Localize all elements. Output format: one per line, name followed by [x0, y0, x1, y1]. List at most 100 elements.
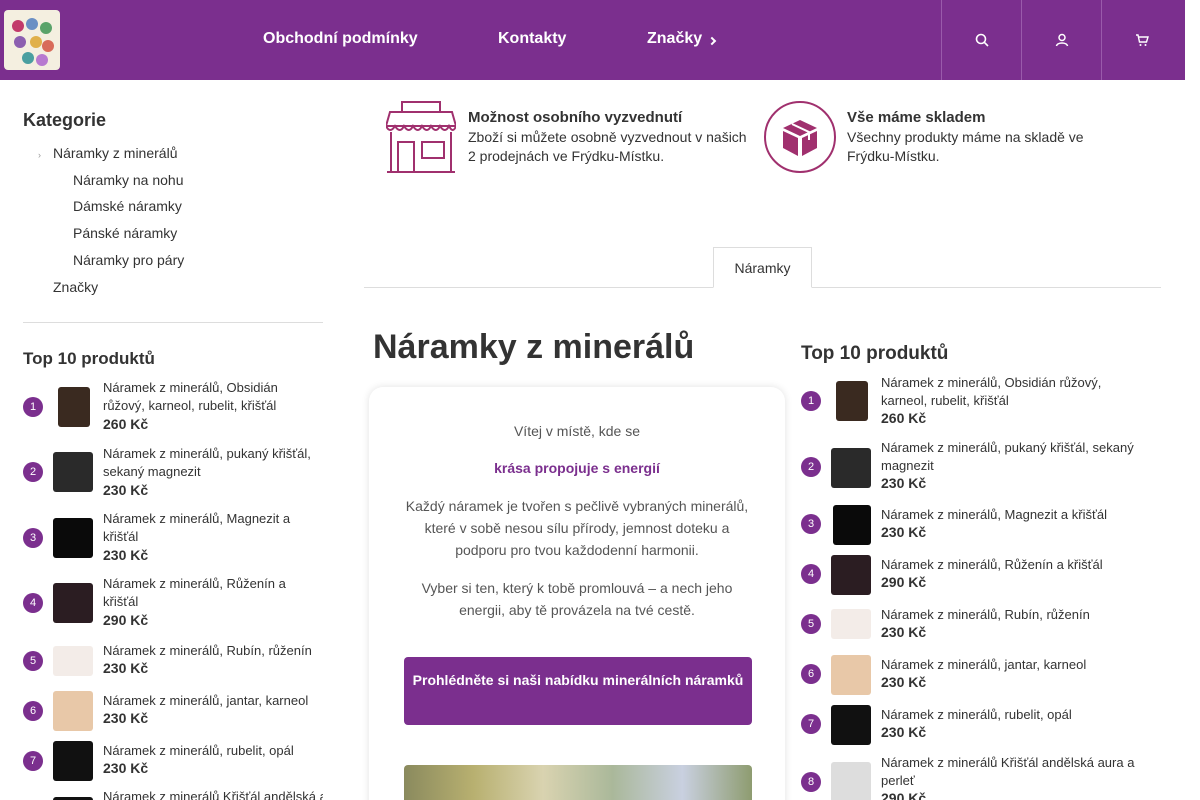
rank-badge: 5	[801, 614, 821, 634]
right-product-7[interactable]: 7 Náramek z minerálů, rubelit, opál 230 …	[801, 705, 1141, 750]
product-price: 230 Kč	[881, 674, 927, 690]
right-product-1[interactable]: 1 Náramek z minerálů, Obsidián růžový, k…	[801, 373, 1141, 428]
category-naramky-na-nohu[interactable]: Náramky na nohu	[73, 172, 184, 188]
product-name: Náramek z minerálů Křišťál andělská aura…	[881, 755, 1135, 788]
feature-stock-title: Vše máme skladem	[847, 109, 986, 126]
sidebar-product-8[interactable]: Náramek z minerálů Křišťál andělská aura…	[23, 787, 323, 800]
product-name: Náramek z minerálů, jantar, karneol	[103, 693, 309, 708]
category-naramky-z-mineralu[interactable]: Náramky z minerálů	[53, 145, 177, 161]
search-icon	[975, 33, 989, 47]
product-thumbnail	[53, 646, 93, 676]
product-name: Náramek z minerálů, jantar, karneol	[881, 657, 1087, 672]
product-thumbnail	[836, 381, 868, 421]
account-button[interactable]	[1021, 0, 1101, 80]
product-thumbnail	[831, 609, 871, 639]
browse-bracelets-button[interactable]: Prohlédněte si naši nabídku minerálních …	[404, 657, 752, 725]
category-znacky[interactable]: Značky	[53, 279, 98, 295]
rank-badge: 2	[801, 457, 821, 477]
rank-badge: 5	[23, 651, 43, 671]
product-thumbnail	[833, 505, 871, 545]
sidebar-product-7[interactable]: 7 Náramek z minerálů, rubelit, opál 230 …	[23, 741, 323, 786]
rank-badge: 6	[801, 664, 821, 684]
right-product-2[interactable]: 2 Náramek z minerálů, pukaný křišťál, se…	[801, 438, 1141, 493]
product-name: Náramek z minerálů, Růženín a křišťál	[881, 557, 1103, 572]
product-name: Náramek z minerálů, Obsidián růžový, kar…	[103, 380, 278, 413]
rank-badge: 6	[23, 701, 43, 721]
product-name: Náramek z minerálů, rubelit, opál	[881, 707, 1072, 722]
product-price: 260 Kč	[103, 416, 149, 432]
page-title: Náramky z minerálů	[373, 328, 695, 366]
rank-badge: 2	[23, 462, 43, 482]
category-damske-naramky[interactable]: Dámské náramky	[73, 198, 182, 214]
product-thumbnail	[831, 555, 871, 595]
right-product-3[interactable]: 3 Náramek z minerálů, Magnezit a křišťál…	[801, 505, 1141, 550]
nav-obchodni-podminky[interactable]: Obchodní podmínky	[263, 30, 418, 48]
tab-naramky[interactable]: Náramky	[713, 247, 812, 288]
intro-paragraph-1: Každý náramek je tvořen s pečlivě vybran…	[405, 498, 749, 558]
chevron-down-icon	[707, 36, 717, 46]
product-name: Náramek z minerálů, rubelit, opál	[103, 743, 294, 758]
sidebar-product-1[interactable]: 1 Náramek z minerálů, Obsidián růžový, k…	[23, 378, 323, 438]
product-price: 230 Kč	[103, 760, 149, 776]
box-icon	[764, 101, 836, 173]
rank-badge: 1	[801, 391, 821, 411]
store-icon	[386, 101, 456, 173]
product-thumbnail	[53, 691, 93, 731]
feature-stock-text: Všechny produkty máme na skladě ve Frýdk…	[847, 129, 1084, 164]
category-naramky-pro-pary[interactable]: Náramky pro páry	[73, 252, 184, 268]
category-panske-naramky[interactable]: Pánské náramky	[73, 225, 177, 241]
product-name: Náramek z minerálů, Magnezit a křišťál	[103, 511, 291, 544]
site-logo[interactable]	[4, 10, 60, 70]
nav-kontakty[interactable]: Kontakty	[498, 30, 566, 48]
right-product-5[interactable]: 5 Náramek z minerálů, Rubín, růženín 230…	[801, 605, 1141, 650]
sidebar-product-5[interactable]: 5 Náramek z minerálů, Rubín, růženín 230…	[23, 641, 323, 686]
user-icon	[1055, 33, 1068, 47]
product-name: Náramek z minerálů, Rubín, růženín	[103, 643, 312, 658]
product-name: Náramek z minerálů, Magnezit a křišťál	[881, 507, 1107, 522]
intro-paragraph-2: Vyber si ten, který k tobě promlouvá – a…	[421, 580, 733, 618]
nav-znacky[interactable]: Značky	[647, 30, 702, 48]
feature-pickup-text: Zboží si můžete osobně vyzvednout v naši…	[468, 129, 747, 164]
product-price: 230 Kč	[881, 724, 927, 740]
rank-badge: 7	[23, 751, 43, 771]
category-title: Kategorie	[23, 110, 107, 130]
rank-badge: 3	[23, 528, 43, 548]
right-product-4[interactable]: 4 Náramek z minerálů, Růženín a křišťál …	[801, 555, 1141, 600]
product-price: 230 Kč	[881, 475, 927, 491]
rank-badge: 1	[23, 397, 43, 417]
product-price: 230 Kč	[103, 547, 149, 563]
intro-card: Vítej v místě, kde se krása propojuje s …	[369, 387, 785, 800]
sidebar-product-3[interactable]: 3 Náramek z minerálů, Magnezit a křišťál…	[23, 509, 323, 569]
product-name: Náramek z minerálů, Rubín, růženín	[881, 607, 1090, 622]
product-thumbnail	[831, 448, 871, 488]
flowers-image	[404, 765, 752, 800]
product-price: 230 Kč	[103, 710, 149, 726]
product-name: Náramek z minerálů, Růženín a křišťál	[103, 576, 286, 609]
product-thumbnail	[831, 762, 871, 800]
rank-badge: 8	[801, 772, 821, 792]
product-price: 230 Kč	[103, 660, 149, 676]
product-price: 230 Kč	[881, 624, 927, 640]
sidebar-top-products-title: Top 10 produktů	[23, 349, 155, 368]
product-price: 230 Kč	[881, 524, 927, 540]
rank-badge: 7	[801, 714, 821, 734]
product-price: 290 Kč	[881, 790, 927, 800]
chevron-right-icon: ›	[38, 150, 41, 160]
rank-badge: 3	[801, 514, 821, 534]
product-price: 230 Kč	[103, 482, 149, 498]
product-price: 260 Kč	[881, 410, 927, 426]
product-name: Náramek z minerálů, pukaný křišťál, seka…	[881, 440, 1134, 473]
site-header: Obchodní podmínky Kontakty Značky	[0, 0, 1185, 80]
sidebar-product-4[interactable]: 4 Náramek z minerálů, Růženín a křišťál …	[23, 574, 323, 634]
product-thumbnail	[831, 705, 871, 745]
right-top-products-title: Top 10 produktů	[801, 343, 949, 364]
sidebar-product-6[interactable]: 6 Náramek z minerálů, jantar, karneol 23…	[23, 691, 323, 736]
rank-badge: 4	[801, 564, 821, 584]
sidebar-product-2[interactable]: 2 Náramek z minerálů, pukaný křišťál, se…	[23, 444, 323, 504]
search-button[interactable]	[941, 0, 1021, 80]
right-product-6[interactable]: 6 Náramek z minerálů, jantar, karneol 23…	[801, 655, 1141, 700]
product-name: Náramek z minerálů Křišťál andělská aura…	[103, 789, 323, 800]
right-product-8[interactable]: 8 Náramek z minerálů Křišťál andělská au…	[801, 753, 1141, 800]
product-thumbnail	[53, 583, 93, 623]
cart-button[interactable]	[1101, 0, 1181, 80]
